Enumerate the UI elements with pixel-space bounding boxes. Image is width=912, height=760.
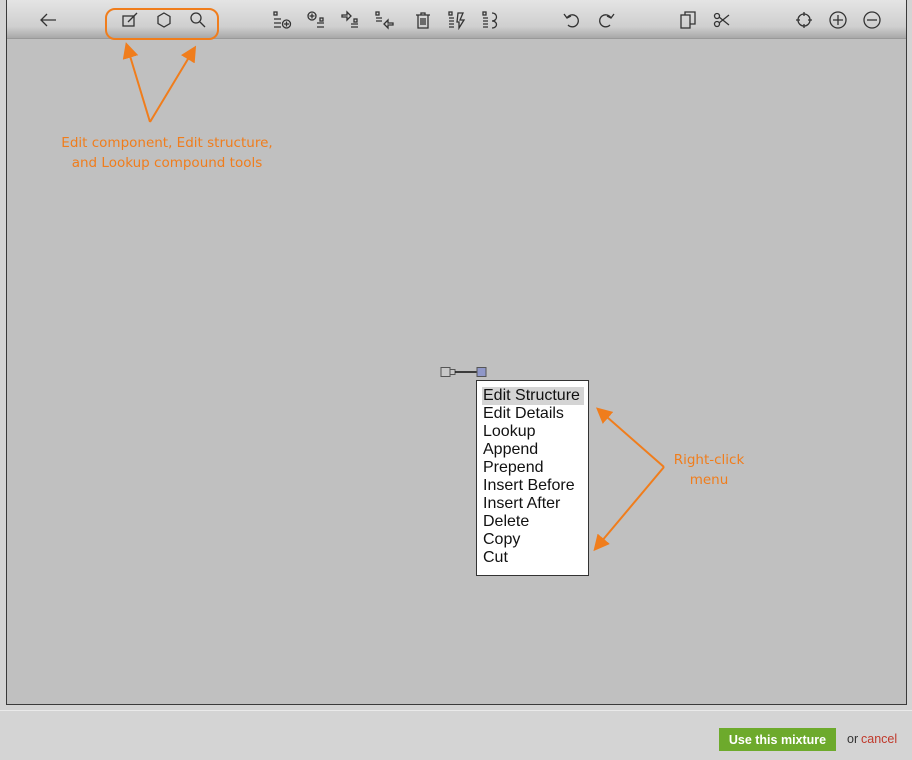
zoom-in-icon[interactable] bbox=[827, 9, 849, 31]
tools-callout-line1: Edit component, Edit structure, bbox=[61, 135, 273, 151]
menu-item-append[interactable]: Append bbox=[482, 441, 542, 459]
redo-icon[interactable] bbox=[595, 9, 617, 31]
footer: Use this mixture or cancel bbox=[0, 710, 912, 760]
prepend-icon[interactable] bbox=[305, 9, 327, 31]
paste-structure-icon[interactable] bbox=[480, 9, 502, 31]
undo-icon[interactable] bbox=[561, 9, 583, 31]
menu-item-prepend[interactable]: Prepend bbox=[482, 459, 548, 477]
menu-item-edit-structure[interactable]: Edit Structure bbox=[482, 387, 584, 405]
menu-item-copy[interactable]: Copy bbox=[482, 531, 524, 549]
insert-after-icon[interactable] bbox=[373, 9, 395, 31]
copy-structure-icon[interactable] bbox=[446, 9, 468, 31]
back-arrow-icon[interactable] bbox=[37, 9, 59, 31]
annotation-arrows bbox=[122, 42, 665, 552]
center-icon[interactable] bbox=[793, 9, 815, 31]
menu-callout-line1: Right-click bbox=[673, 452, 745, 468]
cut-icon[interactable] bbox=[711, 9, 733, 31]
cancel-link[interactable]: cancel bbox=[861, 732, 897, 746]
mixture-editor: Edit component, Edit structure, and Look… bbox=[6, 0, 907, 705]
copy-icon[interactable] bbox=[677, 9, 699, 31]
menu-item-edit-details[interactable]: Edit Details bbox=[482, 405, 568, 423]
menu-item-insert-before[interactable]: Insert Before bbox=[482, 477, 579, 495]
insert-before-icon[interactable] bbox=[339, 9, 361, 31]
zoom-out-icon[interactable] bbox=[861, 9, 883, 31]
menu-item-insert-after[interactable]: Insert After bbox=[482, 495, 564, 513]
menu-callout-line2: menu bbox=[689, 472, 729, 488]
component-structure[interactable] bbox=[440, 366, 490, 378]
menu-item-delete[interactable]: Delete bbox=[482, 513, 533, 531]
or-text: or bbox=[847, 732, 859, 746]
append-icon[interactable] bbox=[271, 9, 293, 31]
menu-item-lookup[interactable]: Lookup bbox=[482, 423, 540, 441]
tools-callout: Edit component, Edit structure, and Look… bbox=[61, 133, 273, 173]
use-mixture-button[interactable]: Use this mixture bbox=[719, 728, 836, 751]
tools-highlight bbox=[105, 8, 219, 40]
context-menu: Edit Structure Edit Details Lookup Appen… bbox=[476, 380, 589, 576]
menu-item-cut[interactable]: Cut bbox=[482, 549, 512, 567]
delete-icon[interactable] bbox=[412, 9, 434, 31]
menu-callout: Right-click menu bbox=[667, 450, 751, 490]
tools-callout-line2: and Lookup compound tools bbox=[71, 155, 263, 171]
